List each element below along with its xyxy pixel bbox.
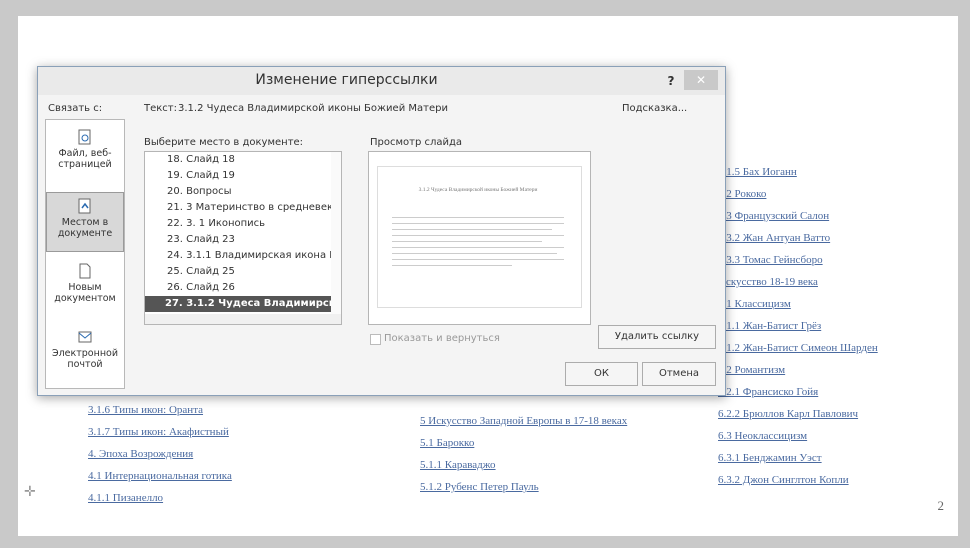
link-to-web-page-label: Файл, веб-страницей [58,148,112,170]
slide-thumbnail-title: 3.1.2 Чудеса Владимирской иконы Божией М… [418,187,538,193]
link-to-email[interactable]: Электронной почтой [46,324,124,384]
place-list-item[interactable]: 18. Слайд 18 [145,152,331,168]
slide-text-line [392,235,564,236]
vertical-scrollbar[interactable] [331,152,341,324]
horizontal-scrollbar[interactable] [145,314,341,324]
move-handle-icon[interactable]: ✛ [24,484,36,500]
show-and-return-label: Показать и вернуться [384,333,500,344]
text-label: Текст: [144,103,177,114]
document-hyperlink[interactable]: Искусство 18-19 века [718,276,818,288]
dialog-title: Изменение гиперссылки [255,72,438,88]
place-list-item[interactable]: 20. Вопросы [145,184,331,200]
email-icon [78,331,92,343]
link-to-panel: Файл, веб-страницей Местом в документе Н… [45,119,125,389]
slide-text-line [392,253,557,254]
document-hyperlink[interactable]: 6.3.1 Бенджамин Уэст [718,452,822,464]
place-list-items: 18. Слайд 18 19. Слайд 19 20. Вопросы 21. 3… [145,152,331,312]
slide-text-line [392,223,564,224]
document-hyperlink[interactable]: 5.1.1 Караваджо [420,459,496,471]
link-to-email-label: Электронной почтой [51,348,119,370]
place-list-item[interactable]: 19. Слайд 19 [145,168,331,184]
slide-text-line [392,265,512,266]
document-hyperlink[interactable]: 5.3.3 Томас Гейнсборо [718,254,823,266]
slide-preview: 3.1.2 Чудеса Владимирской иконы Божией М… [368,151,591,325]
document-hyperlink[interactable]: 6.1 Классицизм [718,298,791,310]
document-hyperlink[interactable]: 6.3 Неоклассицизм [718,430,807,442]
document-hyperlink[interactable]: 6.2.1 Франсиско Гойя [718,386,818,398]
document-hyperlink[interactable]: 5.3.2 Жан Антуан Ватто [718,232,830,244]
new-document-icon [79,263,91,279]
document-hyperlink[interactable]: 6.2 Романтизм [718,364,785,376]
document-hyperlink[interactable]: 6.1.2 Жан-Батист Симеон Шарден [718,342,878,354]
place-list-item[interactable]: 26. Слайд 26 [145,280,331,296]
document-hyperlink[interactable]: 5.1 Барокко [420,437,474,449]
place-list-item[interactable]: 25. Слайд 25 [145,264,331,280]
slide-text-line [392,217,564,218]
select-place-label: Выберите место в документе: [144,137,304,148]
slide-text-line [392,229,552,230]
web-page-icon [78,129,91,145]
slide-text-line [392,241,542,242]
slide-text-line [392,247,564,248]
slide-text-line [392,259,564,260]
place-list-item[interactable]: 27. 3.1.2 Чудеса Владимирской и [145,296,331,312]
document-hyperlink[interactable]: 4.1 Интернациональная готика [88,470,232,482]
tooltip-button[interactable]: Подсказка... [622,103,687,114]
document-hyperlink[interactable]: 4. Эпоха Возрождения [88,448,193,460]
cancel-button[interactable]: Отмена [642,362,716,386]
document-hyperlink[interactable]: 5.1.2 Рубенс Петер Пауль [420,481,539,493]
place-list-item[interactable]: 24. 3.1.1 Владимирская икона Бо [145,248,331,264]
document-hyperlink[interactable]: 5.1.5 Бах Иоганн [718,166,797,178]
link-to-web-page[interactable]: Файл, веб-страницей [46,124,124,184]
close-button[interactable]: ✕ [684,70,718,90]
link-to-new-document-label: Новым документом [54,282,116,304]
edit-hyperlink-dialog: Изменение гиперссылки ? ✕ Связать с: Тек… [37,66,726,396]
link-to-place-label: Местом в документе [57,217,113,239]
document-hyperlink[interactable]: 3.1.6 Типы икон: Оранта [88,404,203,416]
help-button[interactable]: ? [661,71,681,91]
document-hyperlink[interactable]: 6.2.2 Брюллов Карл Павлович [718,408,858,420]
text-field[interactable]: 3.1.2 Чудеса Владимирской иконы Божией М… [178,103,598,114]
link-to-new-document[interactable]: Новым документом [46,258,124,318]
document-hyperlink[interactable]: 6.3.2 Джон Синглтон Копли [718,474,849,486]
page-number: 2 [937,498,945,513]
document-hyperlink[interactable]: 4.1.1 Пизанелло [88,492,163,504]
place-list-item[interactable]: 23. Слайд 23 [145,232,331,248]
place-in-document-list[interactable]: 18. Слайд 18 19. Слайд 19 20. Вопросы 21. 3… [144,151,342,325]
document-hyperlink[interactable]: 6.1.1 Жан-Батист Грёз [718,320,821,332]
ok-button[interactable]: ОК [565,362,638,386]
preview-label: Просмотр слайда [370,137,463,148]
document-hyperlink[interactable]: 3.1.7 Типы икон: Акафистный [88,426,229,438]
remove-link-button[interactable]: Удалить ссылку [598,325,716,349]
dialog-titlebar: Изменение гиперссылки ? ✕ [38,67,725,95]
slide-thumbnail: 3.1.2 Чудеса Владимирской иконы Божией М… [377,166,582,308]
place-in-document-icon [78,198,91,214]
document-hyperlink[interactable]: 5.3 Французский Салон [718,210,829,222]
document-hyperlink[interactable]: 5 Искусство Западной Европы в 17-18 века… [420,415,627,427]
link-to-label: Связать с: [48,103,103,114]
place-list-item[interactable]: 21. 3 Материнство в средневеко [145,200,331,216]
place-list-item[interactable]: 22. 3. 1 Иконопись [145,216,331,232]
link-to-place-in-document[interactable]: Местом в документе [46,192,124,252]
show-and-return-checkbox[interactable] [370,334,381,345]
